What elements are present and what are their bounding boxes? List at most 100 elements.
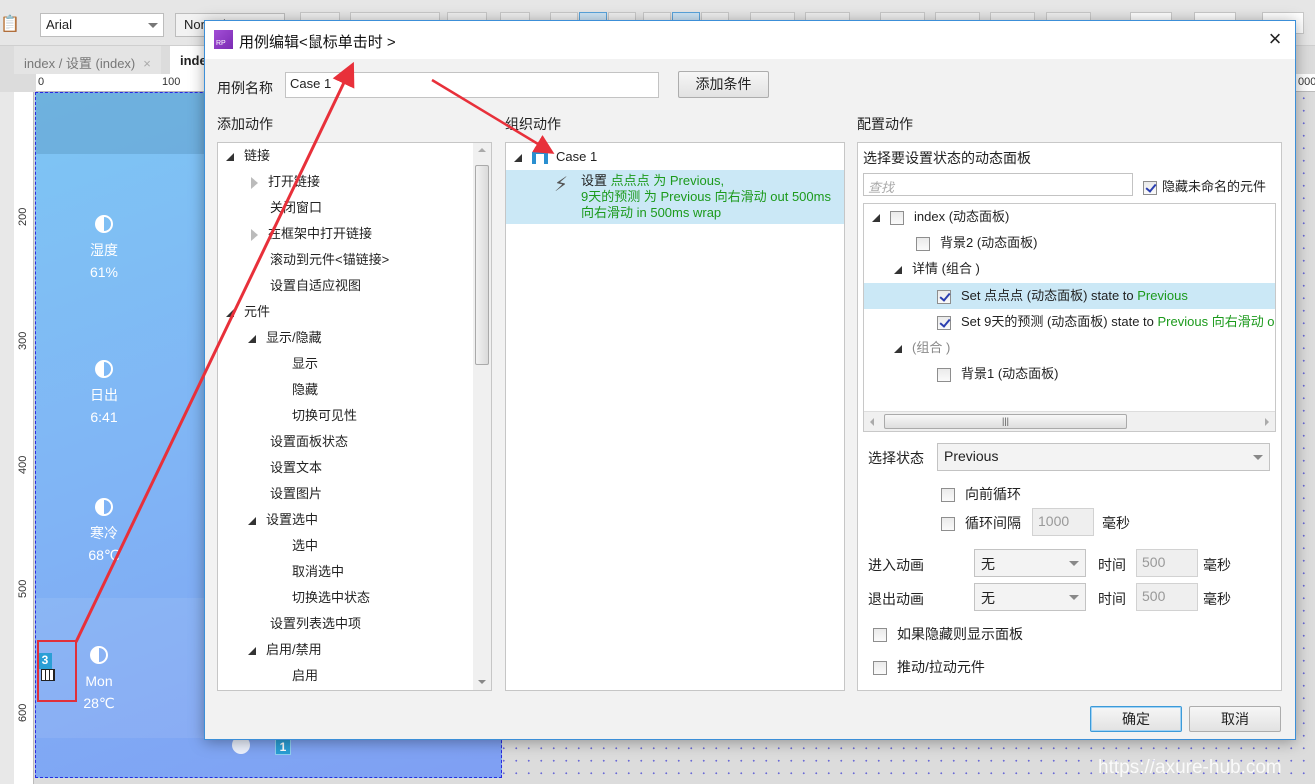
case-row[interactable]: Case 1 xyxy=(514,144,597,170)
scroll-left-icon[interactable] xyxy=(870,418,874,426)
tree-label: 背景2 (动态面板) xyxy=(940,235,1038,250)
tree-row[interactable]: index (动态面板) xyxy=(872,204,1009,230)
scrollbar-thumb[interactable]: ||| xyxy=(884,414,1127,429)
tree-row[interactable]: Set 点点点 (动态面板) state to Previous xyxy=(937,283,1188,309)
hide-unnamed-checkbox[interactable]: 隐藏未命名的元件 xyxy=(1143,176,1266,195)
action-tree-item[interactable]: 设置自适应视图 xyxy=(270,273,361,299)
action-tree-item[interactable]: 关闭窗口 xyxy=(270,195,322,221)
collapse-icon[interactable] xyxy=(514,153,522,162)
checkbox-checked[interactable] xyxy=(937,289,951,304)
action-tree-item[interactable]: 切换可见性 xyxy=(292,403,357,429)
loop-interval-input[interactable]: 1000 xyxy=(1032,508,1094,536)
enter-anim-dropdown[interactable]: 无 xyxy=(974,549,1086,577)
tree-row[interactable]: 背景2 (动态面板) xyxy=(916,230,1038,256)
action-tree-item[interactable]: 选中 xyxy=(292,533,318,559)
collapse-icon[interactable] xyxy=(226,152,234,161)
tree-row[interactable]: (组合 ) xyxy=(894,335,950,361)
scroll-right-icon[interactable] xyxy=(1265,418,1269,426)
action-tree-item[interactable]: 设置列表选中项 xyxy=(270,611,361,637)
action-tree-item[interactable]: 切换选中状态 xyxy=(292,585,370,611)
weather-value: 68℃ xyxy=(88,547,120,563)
search-input[interactable]: 查找 xyxy=(863,173,1133,196)
tree-row[interactable]: 背景1 (动态面板) xyxy=(937,361,1059,387)
chevron-down-icon xyxy=(1253,455,1263,460)
interaction-badge[interactable]: 1 xyxy=(275,739,291,755)
action-tree-item[interactable]: 滚动到元件<锚链接> xyxy=(270,247,389,273)
action-tree-item[interactable]: 元件 xyxy=(226,299,270,325)
add-action-tree: 链接打开链接 关闭窗口在框架中打开链接滚动到元件<锚链接> 设置自适应视图 元件 显示/… xyxy=(217,142,492,691)
add-condition-button[interactable]: 添加条件 xyxy=(678,71,769,98)
collapse-icon[interactable] xyxy=(894,265,902,274)
exit-anim-label: 退出动画 xyxy=(868,591,924,607)
collapse-icon[interactable] xyxy=(248,646,256,655)
tree-row[interactable]: Set 9天的预测 (动态面板) state to Previous 向右滑动 … xyxy=(937,309,1275,335)
action-tree-item[interactable]: 启用/禁用 xyxy=(248,637,322,663)
loop-interval-checkbox[interactable]: 循环间隔 xyxy=(941,513,1021,533)
exit-time-input[interactable]: 500 xyxy=(1136,583,1198,611)
horizontal-scrollbar[interactable]: ||| xyxy=(864,411,1275,431)
font-family-select[interactable]: Arial xyxy=(40,13,164,37)
action-tree-label: 启用/禁用 xyxy=(266,642,322,657)
cancel-button[interactable]: 取消 xyxy=(1189,706,1281,732)
action-tree-item[interactable]: 启用 xyxy=(292,663,318,689)
collapse-icon[interactable] xyxy=(226,308,234,317)
ok-button[interactable]: 确定 xyxy=(1090,706,1182,732)
scroll-up-icon[interactable] xyxy=(478,148,486,152)
chevron-down-icon xyxy=(1069,561,1079,566)
exit-anim-dropdown[interactable]: 无 xyxy=(974,583,1086,611)
action-tree-item[interactable]: 在框架中打开链接 xyxy=(251,221,372,247)
action-tree-label: 设置文本 xyxy=(270,460,323,475)
action-tree-item[interactable]: 隐藏 xyxy=(292,377,318,403)
checkbox-checked[interactable] xyxy=(1143,180,1157,195)
tree-row[interactable]: 详情 (组合 ) xyxy=(894,256,980,282)
weather-item[interactable]: 寒冷 68℃ xyxy=(64,498,144,566)
action-tree-item[interactable]: 显示 xyxy=(292,351,318,377)
action-tree-item[interactable]: 链接 xyxy=(226,143,270,169)
collapse-icon[interactable] xyxy=(248,516,256,525)
contrast-icon xyxy=(90,646,108,664)
close-icon[interactable]: × xyxy=(1265,28,1285,50)
tab-index-settings[interactable]: index / 设置 (index) × xyxy=(14,46,161,74)
expand-icon[interactable] xyxy=(251,176,258,189)
case-name-input[interactable]: Case 1 xyxy=(285,72,659,98)
checkbox[interactable] xyxy=(873,628,887,643)
action-tree-label: 在框架中打开链接 xyxy=(268,226,373,241)
checkbox[interactable] xyxy=(937,367,951,382)
collapse-icon[interactable] xyxy=(872,213,880,222)
enter-time-input[interactable]: 500 xyxy=(1136,549,1198,577)
action-tree-item[interactable]: 设置选中 xyxy=(248,507,318,533)
push-pull-checkbox[interactable]: 推动/拉动元件 xyxy=(873,657,985,677)
checkbox[interactable] xyxy=(941,517,955,532)
show-if-hidden-checkbox[interactable]: 如果隐藏则显示面板 xyxy=(873,624,1023,644)
checkbox[interactable] xyxy=(873,661,887,676)
checkbox[interactable] xyxy=(941,488,955,503)
action-tree-item[interactable]: 设置文本 xyxy=(270,455,322,481)
action-tree-label: 链接 xyxy=(244,148,271,163)
action-tree-item[interactable]: 设置面板状态 xyxy=(270,429,348,455)
weather-item[interactable]: 日出 6:41 xyxy=(64,360,144,428)
action-tree-item[interactable]: 设置图片 xyxy=(270,481,322,507)
dialog-titlebar[interactable]: RP 用例编辑<鼠标单击时 > × xyxy=(205,21,1295,59)
case-icon xyxy=(532,151,548,164)
action-tree-item[interactable]: 显示/隐藏 xyxy=(248,325,322,351)
paste-format-icon[interactable]: 📋 xyxy=(0,14,20,34)
weather-item[interactable]: 湿度 61% xyxy=(64,215,144,283)
collapse-icon[interactable] xyxy=(248,334,256,343)
action-row-selected[interactable]: ⚡ 设置 点点点 为 Previous, 9天的预测 为 Previous 向右… xyxy=(506,170,844,224)
checkbox[interactable] xyxy=(916,236,930,251)
vertical-scrollbar[interactable] xyxy=(473,143,491,690)
font-family-value: Arial xyxy=(46,17,73,32)
select-state-dropdown[interactable]: Previous xyxy=(937,443,1270,471)
checkbox[interactable] xyxy=(890,210,904,225)
action-tree-item[interactable]: 取消选中 xyxy=(292,559,344,585)
close-icon[interactable]: × xyxy=(143,56,151,71)
scrollbar-thumb[interactable] xyxy=(475,165,489,365)
weather-label: 湿度 xyxy=(90,242,118,258)
collapse-icon[interactable] xyxy=(894,344,902,353)
checkbox-checked[interactable] xyxy=(937,315,951,330)
expand-icon[interactable] xyxy=(251,228,258,241)
scroll-down-icon[interactable] xyxy=(478,680,486,684)
action-tree-item[interactable]: 打开链接 xyxy=(251,169,320,195)
action-tree-label: 显示 xyxy=(292,356,319,371)
loop-forward-checkbox[interactable]: 向前循环 xyxy=(941,484,1021,504)
